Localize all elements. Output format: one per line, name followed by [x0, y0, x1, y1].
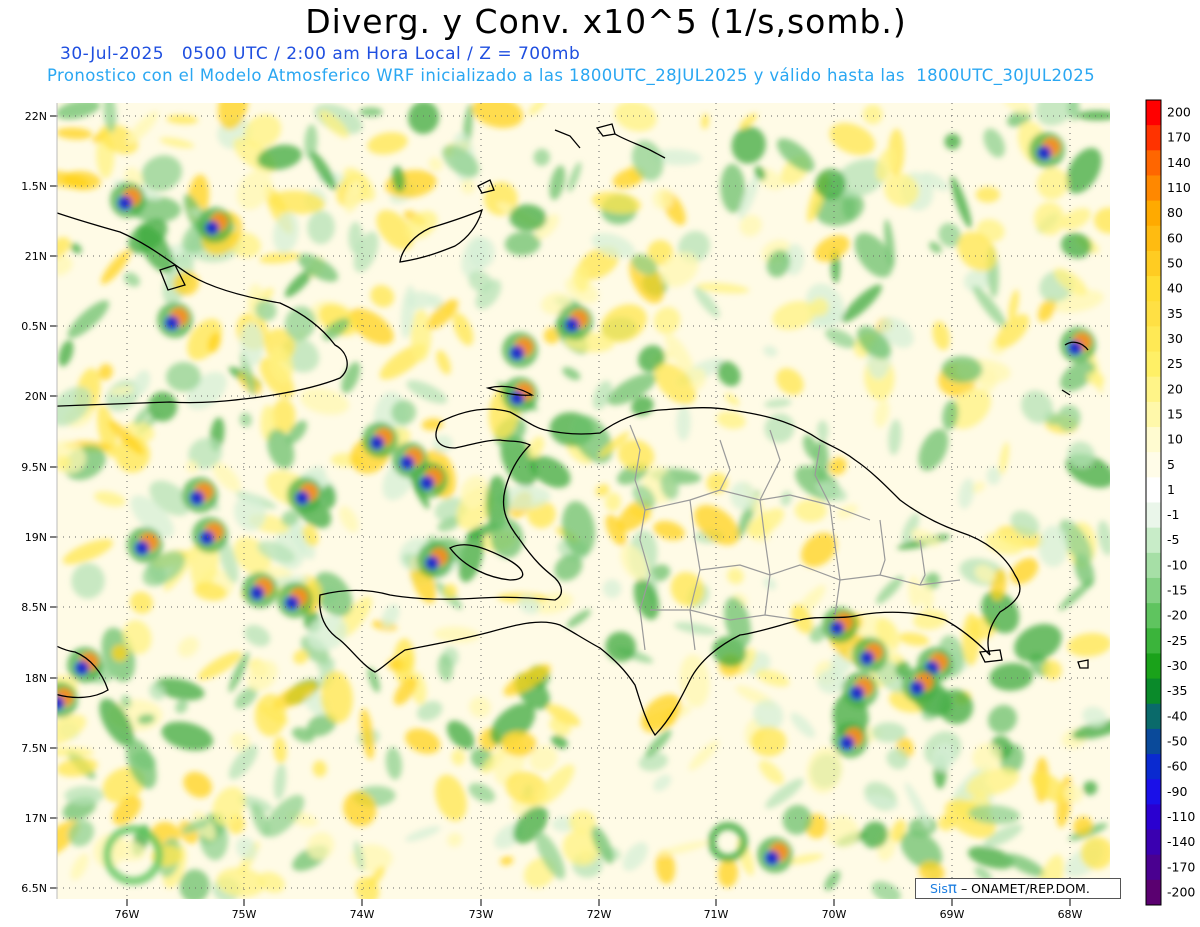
- colorbar-label: 140: [1167, 155, 1191, 170]
- colorbar-swatch: [1146, 879, 1161, 906]
- divergence-map: 22N 1.5N 21N 0.5N 20N 9.5N 19N 8.5N 18N 7.5N 17N 6.…: [21, 99, 1195, 921]
- lon-label: 71W: [704, 908, 729, 921]
- colorbar-label: 1: [1167, 482, 1175, 497]
- colorbar-swatch: [1146, 427, 1161, 453]
- colorbar-label: 50: [1167, 256, 1183, 271]
- colorbar-label: 30: [1167, 331, 1183, 346]
- lon-label: 69W: [940, 908, 965, 921]
- lon-label: 76W: [115, 908, 140, 921]
- colorbar-label: -15: [1167, 583, 1187, 598]
- lat-label: 22N: [25, 110, 47, 123]
- credit-badge: Sisπ – ONAMET/REP.DOM.: [915, 878, 1121, 899]
- colorbar-label: 110: [1167, 180, 1191, 195]
- lat-label: 17N: [25, 812, 47, 825]
- colorbar-label: 170: [1167, 130, 1191, 145]
- colorbar-label: 60: [1167, 230, 1183, 245]
- colorbar-swatch: [1146, 552, 1161, 579]
- colorbar: 200 170 140 110 80 60 50 40 35 30 25 20 15 10 5 1 -1 -5 -1…: [1145, 99, 1195, 906]
- colorbar-label: -1: [1167, 507, 1179, 522]
- colorbar-swatch: [1146, 125, 1161, 151]
- colorbar-label: 25: [1167, 356, 1183, 371]
- lon-label: 72W: [587, 908, 612, 921]
- colorbar-swatch: [1146, 653, 1161, 680]
- colorbar-label: 15: [1167, 406, 1183, 421]
- lat-label: 19N: [25, 531, 47, 544]
- colorbar-label: -60: [1167, 759, 1187, 774]
- lon-label: 70W: [822, 908, 847, 921]
- lat-label: 18N: [25, 672, 47, 685]
- colorbar-label: 35: [1167, 306, 1183, 321]
- colorbar-swatch: [1146, 452, 1161, 478]
- colorbar-label: -40: [1167, 708, 1187, 723]
- colorbar-label: -200: [1167, 884, 1195, 899]
- lat-label: 6.5N: [21, 882, 47, 895]
- colorbar-swatch: [1146, 250, 1161, 277]
- lat-label: 7.5N: [21, 742, 47, 755]
- colorbar-label: 20: [1167, 381, 1183, 396]
- colorbar-swatch: [1146, 829, 1161, 856]
- colorbar-label: -90: [1167, 784, 1187, 799]
- colorbar-swatch: [1146, 854, 1161, 881]
- colorbar-label: -50: [1167, 733, 1187, 748]
- colorbar-label: -140: [1167, 834, 1195, 849]
- colorbar-swatch: [1146, 376, 1161, 403]
- lat-label: 0.5N: [21, 320, 47, 333]
- colorbar-label: 40: [1167, 281, 1183, 296]
- colorbar-swatch: [1146, 401, 1161, 428]
- colorbar-swatch: [1146, 175, 1161, 202]
- colorbar-label: 80: [1167, 205, 1183, 220]
- colorbar-label: 200: [1167, 105, 1191, 120]
- colorbar-label: -170: [1167, 859, 1195, 874]
- colorbar-label: -25: [1167, 633, 1187, 648]
- colorbar-label: -20: [1167, 608, 1187, 623]
- lat-label: 8.5N: [21, 601, 47, 614]
- colorbar-swatch: [1146, 150, 1161, 176]
- colorbar-swatch: [1146, 527, 1161, 554]
- colorbar-swatch: [1146, 200, 1161, 227]
- colorbar-swatch: [1146, 477, 1161, 503]
- colorbar-swatch: [1146, 577, 1161, 604]
- colorbar-swatch: [1146, 502, 1161, 529]
- colorbar-swatch: [1146, 703, 1161, 730]
- colorbar-swatch: [1146, 603, 1161, 629]
- colorbar-swatch: [1146, 754, 1161, 780]
- colorbar-swatch: [1146, 728, 1161, 755]
- colorbar-label: 10: [1167, 432, 1183, 447]
- lon-label: 68W: [1058, 908, 1083, 921]
- lat-label: 20N: [25, 390, 47, 403]
- colorbar-label: -35: [1167, 683, 1187, 698]
- colorbar-label: 5: [1167, 457, 1175, 472]
- colorbar-swatch: [1146, 301, 1161, 327]
- credit-pi: π: [947, 879, 957, 897]
- credit-sis: Sis: [930, 881, 948, 896]
- colorbar-swatch: [1146, 276, 1161, 302]
- colorbar-swatch: [1146, 779, 1161, 805]
- lat-label: 1.5N: [21, 180, 47, 193]
- lon-label: 73W: [469, 908, 494, 921]
- credit-org: – ONAMET/REP.DOM.: [960, 881, 1090, 896]
- colorbar-label: -110: [1167, 809, 1195, 824]
- colorbar-label: -5: [1167, 532, 1179, 547]
- colorbar-swatch: [1146, 804, 1161, 831]
- colorbar-label: -10: [1167, 557, 1187, 572]
- lat-label: 9.5N: [21, 461, 47, 474]
- lon-label: 75W: [232, 908, 257, 921]
- lat-label: 21N: [25, 250, 47, 263]
- colorbar-label: -30: [1167, 658, 1187, 673]
- colorbar-swatch: [1146, 225, 1161, 252]
- colorbar-swatch: [1146, 100, 1161, 126]
- colorbar-swatch: [1146, 326, 1161, 353]
- colorbar-swatch: [1146, 628, 1161, 654]
- colorbar-swatch: [1146, 351, 1161, 378]
- lon-label: 74W: [350, 908, 375, 921]
- colorbar-swatch: [1146, 678, 1161, 705]
